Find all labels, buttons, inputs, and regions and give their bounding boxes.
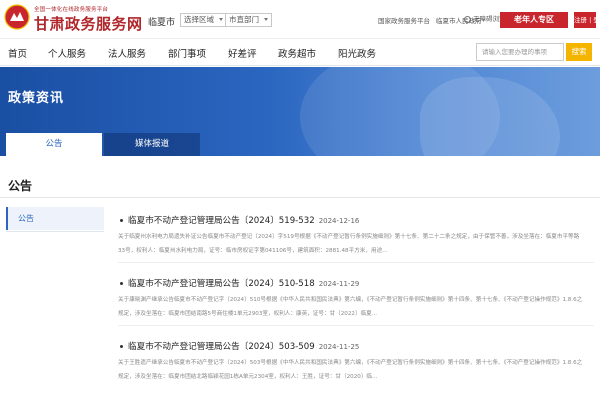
nav-item-gov-market[interactable]: 政务超市 [278,46,316,60]
tab-media-reports[interactable]: 媒体报道 [104,133,200,156]
nav-item-personal[interactable]: 个人服务 [48,46,86,60]
main-nav: 首页 个人服务 法人服务 部门事项 好差评 政务超市 阳光政务 请输入您要办理的… [0,38,600,66]
article-summary: 关于康晓渊产继承公告临夏市不动产登记字〔2024〕510号根据《中华人民共和国民… [118,297,583,317]
search-input[interactable]: 请输入您要办理的事项 [476,43,564,61]
divider [0,197,600,198]
article-title: 临夏市不动产登记管理局公告〔2024〕519-532 [128,216,315,226]
page-title: 政策资讯 [8,91,65,106]
national-platform-link[interactable]: 国家政务服务平台 [378,17,430,25]
nav-item-legal-person[interactable]: 法人服务 [108,46,146,60]
nav-item-departments[interactable]: 部门事项 [168,46,206,60]
nav-item-evaluation[interactable]: 好差评 [228,46,257,60]
article-summary: 关于王胜遗产继承公告临夏市不动产登记字〔2024〕503号根据《中华人民共和国民… [118,360,583,380]
article-title-link[interactable]: 临夏市不动产登记管理局公告〔2024〕519-532 2024-12-16 [128,214,359,226]
region-select[interactable]: 选择区域 [180,13,227,27]
sidebar-item-announcements[interactable]: 公告 [6,207,104,230]
article-date: 2024-11-29 [318,280,360,288]
bullet-icon [120,345,123,348]
gansu-logo-icon[interactable] [4,4,30,30]
divider [6,231,104,232]
article-title: 临夏市不动产登记管理局公告〔2024〕503-509 [128,342,315,352]
register-login-button[interactable]: 注册 | 登录 [574,12,596,28]
article-title-link[interactable]: 临夏市不动产登记管理局公告〔2024〕510-518 2024-11-29 [128,277,359,289]
site-title[interactable]: 甘肃政务服务网 [34,13,143,34]
article-title-link[interactable]: 临夏市不动产登记管理局公告〔2024〕503-509 2024-11-25 [128,340,359,352]
department-select-label: 市直部门 [229,15,259,24]
elder-mode-button[interactable]: 老年人专区 [500,12,568,28]
nav-item-home[interactable]: 首页 [8,46,27,60]
list-item[interactable]: 临夏市不动产登记管理局公告〔2024〕510-518 2024-11-29 关于康… [118,277,594,326]
section-title: 公告 [8,179,33,193]
tab-announcements[interactable]: 公告 [6,133,102,156]
divider [118,325,594,326]
article-date: 2024-11-25 [318,343,360,351]
article-title: 临夏市不动产登记管理局公告〔2024〕510-518 [128,279,315,289]
bullet-icon [120,282,123,285]
nav-item-sunshine[interactable]: 阳光政务 [338,46,376,60]
logo-subtitle: 全国一体化在线政务服务平台 [34,7,109,13]
list-item[interactable]: 临夏市不动产登记管理局公告〔2024〕519-532 2024-12-16 关于临… [118,214,594,263]
search-button[interactable]: 搜索 [566,43,592,61]
divider [118,262,594,263]
chevron-down-icon [264,18,268,21]
article-date: 2024-12-16 [318,217,360,225]
banner-decoration [420,77,560,156]
top-header: 全国一体化在线政务服务平台 甘肃政务服务网 临夏市 选择区域 市直部门 国家政务… [0,0,600,38]
region-select-label: 选择区域 [184,15,214,24]
current-city: 临夏市 [148,18,176,28]
article-summary: 关于临夏州水利电力局遗失补证公告临夏市不动产登记〔2024〕字519号根据《不动… [118,234,580,254]
page-banner: 政策资讯 公告 媒体报道 [0,67,600,156]
list-item[interactable]: 临夏市不动产登记管理局公告〔2024〕503-509 2024-11-25 关于王… [118,340,594,380]
department-select[interactable]: 市直部门 [225,13,272,27]
chevron-down-icon [219,18,223,21]
bullet-icon [120,219,123,222]
accessibility-icon [464,15,471,23]
